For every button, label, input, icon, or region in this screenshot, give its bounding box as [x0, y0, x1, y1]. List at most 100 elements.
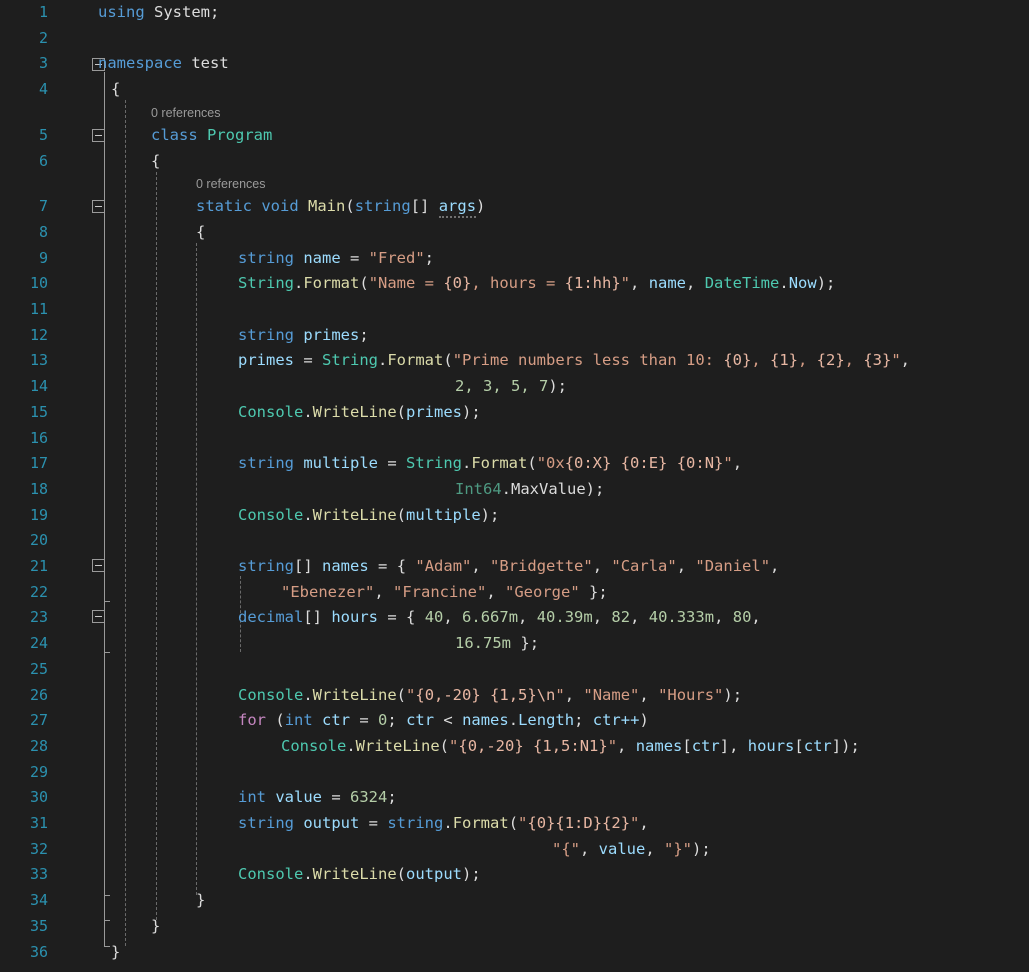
token-dot: .	[303, 506, 312, 524]
token-namespace-name: test	[191, 54, 228, 72]
token-keyword: namespace	[98, 54, 182, 72]
code-line-32[interactable]: "{", value, "}");	[552, 837, 711, 863]
code-line-36[interactable]: }	[111, 940, 120, 966]
code-line-4[interactable]: {	[111, 77, 120, 103]
token-method-writeline: WriteLine	[313, 865, 397, 883]
line-number: 28	[0, 734, 48, 760]
token-keyword: class	[151, 126, 198, 144]
code-line-19[interactable]: Console.WriteLine(multiple);	[238, 503, 499, 529]
token-format-placeholder: {0:N}	[677, 454, 724, 472]
code-line-12[interactable]: string primes;	[238, 323, 369, 349]
token-format-placeholder: {2}	[817, 351, 845, 369]
token-property-now: Now	[789, 274, 817, 292]
code-line-26[interactable]: Console.WriteLine("{0,-20} {1,5}\n", "Na…	[238, 683, 742, 709]
token-type-string-class: String	[322, 351, 378, 369]
token-dot: .	[294, 274, 303, 292]
code-line-28[interactable]: Console.WriteLine("{0,-20} {1,5:N1}", na…	[281, 734, 860, 760]
code-line-13[interactable]: primes = String.Format("Prime numbers le…	[238, 348, 919, 374]
line-number: 30	[0, 785, 48, 811]
token-brace: {	[406, 608, 415, 626]
code-line-17[interactable]: string multiple = String.Format("0x{0:X}…	[238, 451, 751, 477]
token-identifier-hours: hours	[331, 608, 378, 626]
token-space	[667, 454, 676, 472]
code-line-6[interactable]: {	[151, 149, 160, 175]
code-line-34[interactable]: }	[196, 888, 205, 914]
token-number: 6324	[350, 788, 387, 806]
code-line-33[interactable]: Console.WriteLine(output);	[238, 862, 481, 888]
token-bracket-close: ]	[720, 737, 729, 755]
token-dot: .	[779, 274, 788, 292]
token-identifier-multiple: multiple	[303, 454, 378, 472]
token-identifier-value: value	[275, 788, 322, 806]
token-format-placeholder: {0:X}	[565, 454, 612, 472]
code-line-8[interactable]: {	[196, 220, 205, 246]
code-line-14[interactable]: 2, 3, 5, 7);	[455, 374, 567, 400]
token-brace: {	[111, 80, 120, 98]
token-comma: ,	[901, 351, 920, 369]
line-number: 14	[0, 374, 48, 400]
fold-toggle-line-5[interactable]	[92, 129, 105, 142]
fold-toggle-line-21[interactable]	[92, 559, 105, 572]
codelens-class-program[interactable]: 0 references	[151, 105, 220, 121]
token-dot: .	[303, 865, 312, 883]
line-number: 29	[0, 760, 48, 786]
token-brackets: []	[303, 608, 322, 626]
token-dot: .	[443, 814, 452, 832]
token-paren: )	[476, 197, 485, 215]
token-dot: .	[378, 351, 387, 369]
token-method-name: Main	[308, 197, 345, 215]
token-numbers: 2, 3, 5, 7	[455, 377, 548, 395]
token-method-writeline: WriteLine	[313, 686, 397, 704]
code-line-10[interactable]: String.Format("Name = {0}, hours = {1:hh…	[238, 271, 835, 297]
code-editor[interactable]: 1 2 3 4 5 6 7 8 9 10 11 12 13 14 15 16 1…	[0, 0, 1029, 972]
token-comma: ,	[565, 686, 584, 704]
code-line-27[interactable]: for (int ctr = 0; ctr < names.Length; ct…	[238, 708, 649, 734]
code-line-22[interactable]: "Ebenezer", "Francine", "George" };	[281, 580, 608, 606]
token-keyword: string	[238, 454, 294, 472]
line-number: 17	[0, 451, 48, 477]
token-string-hours: "Hours"	[658, 686, 723, 704]
token-operator-lt: <	[434, 711, 462, 729]
token-string-part: "Prime numbers less than 10:	[453, 351, 724, 369]
token-format-placeholder: {3}	[863, 351, 891, 369]
code-line-1[interactable]: using System;	[98, 0, 219, 26]
code-line-7[interactable]: static void Main(string[] args)	[196, 194, 485, 220]
code-line-9[interactable]: string name = "Fred";	[238, 246, 434, 272]
token-paren: (	[359, 274, 368, 292]
fold-region-hours-foot	[104, 652, 110, 653]
token-comma: ,	[770, 557, 779, 575]
token-brace: }	[589, 583, 598, 601]
code-line-23[interactable]: decimal[] hours = { 40, 6.667m, 40.39m, …	[238, 605, 761, 631]
token-identifier-output: output	[303, 814, 359, 832]
code-line-30[interactable]: int value = 6324;	[238, 785, 397, 811]
code-line-15[interactable]: Console.WriteLine(primes);	[238, 400, 481, 426]
token-paren: )	[586, 480, 595, 498]
code-line-21[interactable]: string[] names = { "Adam", "Bridgette", …	[238, 554, 779, 580]
line-number: 7	[0, 194, 48, 220]
token-paren: (	[275, 711, 284, 729]
line-number: 20	[0, 528, 48, 554]
line-number: 19	[0, 503, 48, 529]
token-paren: (	[509, 814, 518, 832]
token-identifier-multiple: multiple	[406, 506, 481, 524]
code-line-24[interactable]: 16.75m };	[455, 631, 539, 657]
token-format-placeholder: {0}	[723, 351, 751, 369]
code-line-31[interactable]: string output = string.Format("{0}{1:D}{…	[238, 811, 649, 837]
token-identifier-ctr: ctr	[804, 737, 832, 755]
token-type-int64: Int64	[455, 480, 502, 498]
token-comma: ,	[374, 583, 393, 601]
line-number: 5	[0, 123, 48, 149]
token-keyword: string	[238, 326, 294, 344]
token-comma: ,	[733, 454, 752, 472]
token-comma: ,	[751, 351, 770, 369]
fold-region-hours-line	[104, 624, 105, 652]
code-line-35[interactable]: }	[151, 914, 160, 940]
token-keyword: string	[238, 557, 294, 575]
token-operator: =	[378, 608, 406, 626]
code-line-3[interactable]: namespace test	[98, 51, 229, 77]
fold-toggle-line-7[interactable]	[92, 200, 105, 213]
fold-toggle-line-23[interactable]	[92, 610, 105, 623]
codelens-method-main[interactable]: 0 references	[196, 176, 265, 192]
code-line-5[interactable]: class Program	[151, 123, 272, 149]
code-line-18[interactable]: Int64.MaxValue);	[455, 477, 604, 503]
